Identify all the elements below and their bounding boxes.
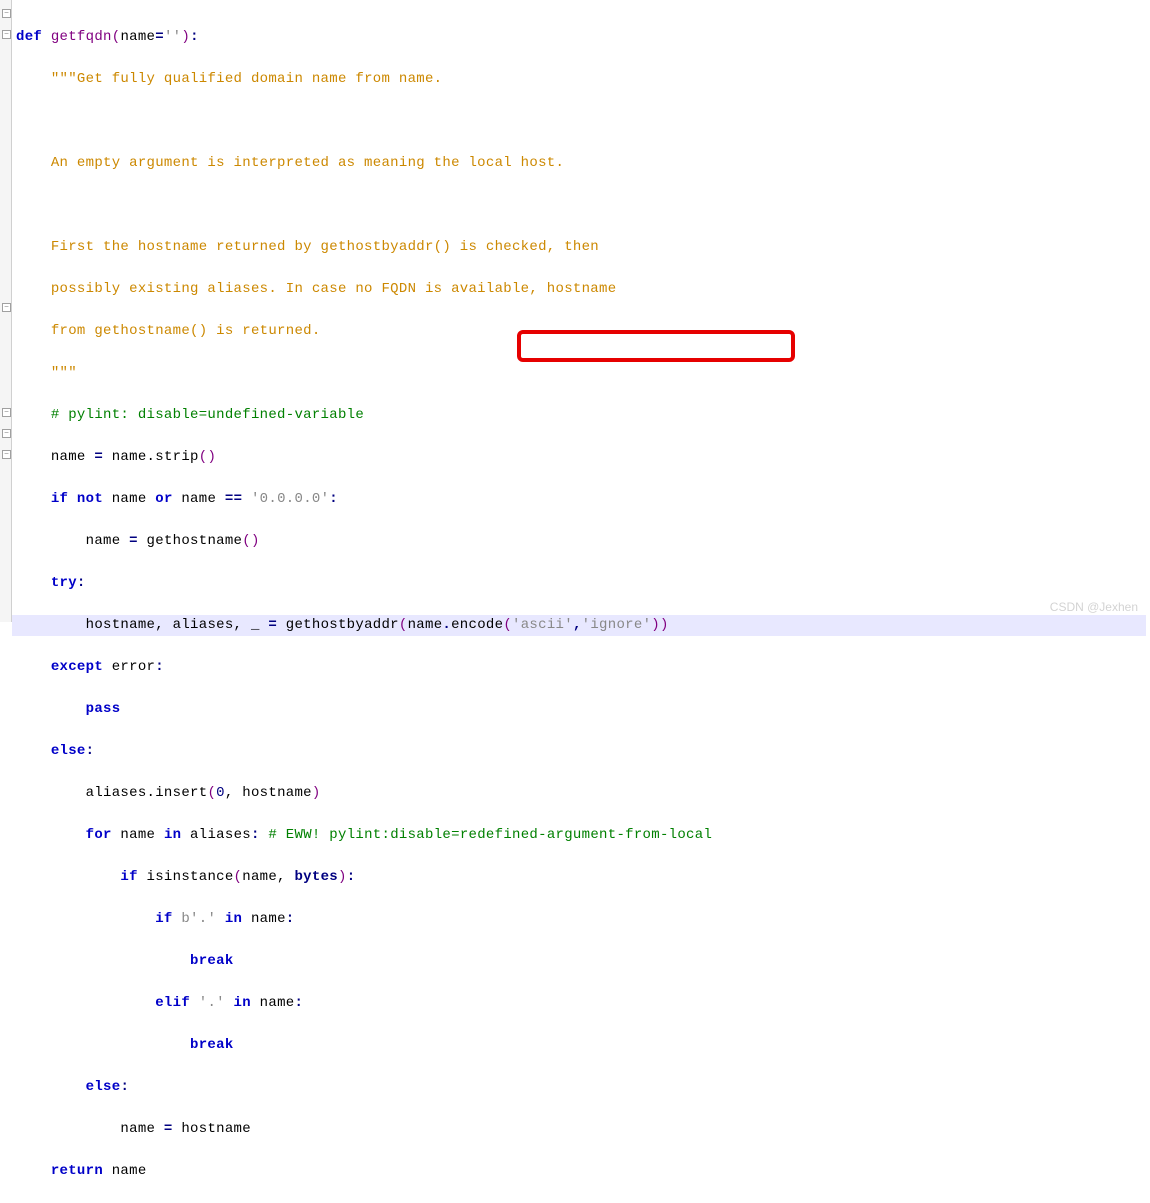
fold-toggle-icon[interactable]: −	[2, 408, 11, 417]
fold-toggle-icon[interactable]: −	[2, 303, 11, 312]
fold-gutter: − − − − − −	[0, 0, 12, 622]
code-line: name = gethostname()	[16, 531, 1150, 552]
code-line: from gethostname() is returned.	[16, 321, 1150, 342]
fold-toggle-icon[interactable]: −	[2, 429, 11, 438]
watermark: CSDN @Jexhen	[1050, 600, 1138, 614]
code-line	[16, 195, 1150, 216]
code-editor[interactable]: def getfqdn(name=''): """Get fully quali…	[12, 0, 1150, 1203]
code-line: def getfqdn(name=''):	[16, 27, 1150, 48]
code-line: """Get fully qualified domain name from …	[16, 69, 1150, 90]
code-line: break	[16, 1035, 1150, 1056]
fold-toggle-icon[interactable]: −	[2, 9, 11, 18]
highlighted-line: hostname, aliases, _ = gethostbyaddr(nam…	[12, 615, 1146, 636]
code-line: name = hostname	[16, 1119, 1150, 1140]
code-line: aliases.insert(0, hostname)	[16, 783, 1150, 804]
code-line: if isinstance(name, bytes):	[16, 867, 1150, 888]
code-line: elif '.' in name:	[16, 993, 1150, 1014]
code-line: An empty argument is interpreted as mean…	[16, 153, 1150, 174]
code-line: pass	[16, 699, 1150, 720]
code-line: name = name.strip()	[16, 447, 1150, 468]
code-line: if b'.' in name:	[16, 909, 1150, 930]
code-line: return name	[16, 1161, 1150, 1182]
code-line: """	[16, 363, 1150, 384]
fold-toggle-icon[interactable]: −	[2, 450, 11, 459]
code-line: if not name or name == '0.0.0.0':	[16, 489, 1150, 510]
code-line: else:	[16, 741, 1150, 762]
code-line: possibly existing aliases. In case no FQ…	[16, 279, 1150, 300]
code-line: # pylint: disable=undefined-variable	[16, 405, 1150, 426]
code-line: try:	[16, 573, 1150, 594]
code-line	[16, 111, 1150, 132]
code-line: First the hostname returned by gethostby…	[16, 237, 1150, 258]
code-line: break	[16, 951, 1150, 972]
code-line: except error:	[16, 657, 1150, 678]
code-line: for name in aliases: # EWW! pylint:disab…	[16, 825, 1150, 846]
fold-toggle-icon[interactable]: −	[2, 30, 11, 39]
code-line: else:	[16, 1077, 1150, 1098]
